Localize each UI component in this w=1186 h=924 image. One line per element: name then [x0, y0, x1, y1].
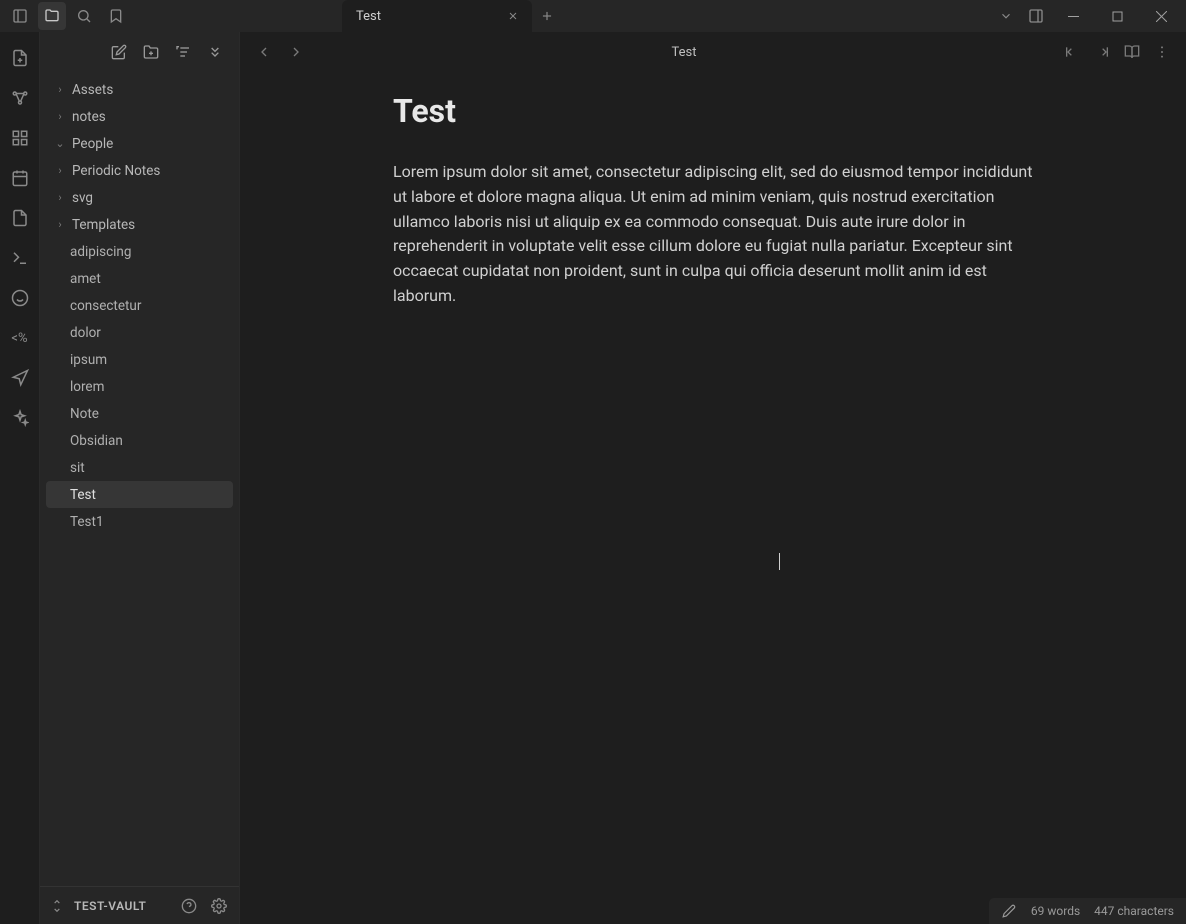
command-palette-icon[interactable]	[8, 246, 32, 270]
canvas-icon[interactable]	[8, 126, 32, 150]
templates-icon[interactable]	[8, 206, 32, 230]
file-label: amet	[70, 271, 101, 287]
document-title[interactable]: Test	[393, 92, 1033, 130]
file-label: Test	[70, 487, 96, 503]
sparkle-icon[interactable]	[8, 406, 32, 430]
collapse-icon[interactable]	[205, 42, 225, 62]
file-dolor[interactable]: dolor	[46, 319, 233, 346]
folder-label: Templates	[72, 217, 135, 233]
folder-label: Assets	[72, 82, 113, 98]
file-test1[interactable]: Test1	[46, 508, 233, 535]
statusbar: 69 words 447 characters	[989, 898, 1186, 924]
window-minimize-button[interactable]	[1052, 1, 1094, 31]
chevron-right-icon: ›	[54, 191, 66, 204]
templater-icon[interactable]: <%	[8, 326, 32, 350]
nav-forward-icon[interactable]	[284, 40, 308, 64]
chevron-right-icon: ›	[54, 164, 66, 177]
file-note[interactable]: Note	[46, 400, 233, 427]
folder-notes[interactable]: › notes	[46, 103, 233, 130]
file-tree: ›Assets›notes⌄People›Periodic Notes›svg›…	[40, 72, 239, 886]
emoji-icon[interactable]	[8, 286, 32, 310]
pin-right-icon[interactable]	[1090, 40, 1114, 64]
nav-back-icon[interactable]	[252, 40, 276, 64]
folder-label: svg	[72, 190, 93, 206]
edit-mode-icon[interactable]	[1001, 904, 1017, 918]
file-label: Obsidian	[70, 433, 123, 449]
bookmarks-icon[interactable]	[102, 2, 130, 30]
tab-test[interactable]: Test	[342, 0, 532, 32]
folder-label: notes	[72, 109, 106, 125]
editor: Test Test Lorem ipsum dolor sit amet, co…	[240, 32, 1186, 924]
file-amet[interactable]: amet	[46, 265, 233, 292]
quick-switcher-icon[interactable]	[8, 46, 32, 70]
chevron-right-icon: ›	[54, 110, 66, 123]
char-count[interactable]: 447 characters	[1094, 904, 1174, 918]
more-options-icon[interactable]	[1150, 40, 1174, 64]
new-tab-button[interactable]	[532, 0, 562, 32]
text-cursor	[779, 553, 780, 570]
vault-name[interactable]: TEST-VAULT	[74, 899, 169, 913]
folder-periodic-notes[interactable]: › Periodic Notes	[46, 157, 233, 184]
vault-switcher-icon[interactable]	[50, 899, 64, 913]
file-obsidian[interactable]: Obsidian	[46, 427, 233, 454]
file-label: dolor	[70, 325, 101, 341]
chevron-right-icon: ›	[54, 218, 66, 231]
files-icon[interactable]	[38, 2, 66, 30]
file-test[interactable]: Test	[46, 481, 233, 508]
titlebar: Test	[0, 0, 1186, 32]
file-label: Note	[70, 406, 99, 422]
file-label: consectetur	[70, 298, 141, 314]
settings-icon[interactable]	[209, 898, 229, 914]
folder-people[interactable]: ⌄ People	[46, 130, 233, 157]
folder-label: People	[72, 136, 113, 152]
chevron-down-icon: ⌄	[54, 137, 66, 150]
file-consectetur[interactable]: consectetur	[46, 292, 233, 319]
file-label: sit	[70, 460, 85, 476]
file-ipsum[interactable]: ipsum	[46, 346, 233, 373]
right-sidebar-toggle-icon[interactable]	[1022, 2, 1050, 30]
publish-icon[interactable]	[8, 366, 32, 390]
file-adipiscing[interactable]: adipiscing	[46, 238, 233, 265]
file-lorem[interactable]: lorem	[46, 373, 233, 400]
reading-mode-icon[interactable]	[1120, 40, 1144, 64]
file-label: adipiscing	[70, 244, 131, 260]
chevron-right-icon: ›	[54, 83, 66, 96]
folder-templates[interactable]: › Templates	[46, 211, 233, 238]
ribbon: <%	[0, 32, 40, 924]
window-maximize-button[interactable]	[1096, 1, 1138, 31]
pin-left-icon[interactable]	[1060, 40, 1084, 64]
folder-assets[interactable]: › Assets	[46, 76, 233, 103]
editor-breadcrumb[interactable]: Test	[316, 45, 1052, 60]
sidebar-toggle-icon[interactable]	[6, 2, 34, 30]
new-folder-icon[interactable]	[141, 42, 161, 62]
editor-content[interactable]: Test Lorem ipsum dolor sit amet, consect…	[240, 72, 1186, 924]
help-icon[interactable]	[179, 898, 199, 914]
sort-icon[interactable]	[173, 42, 193, 62]
daily-note-icon[interactable]	[8, 166, 32, 190]
folder-label: Periodic Notes	[72, 163, 160, 179]
file-sit[interactable]: sit	[46, 454, 233, 481]
sidebar: ›Assets›notes⌄People›Periodic Notes›svg›…	[40, 32, 240, 924]
close-tab-icon[interactable]	[504, 7, 522, 25]
document-body[interactable]: Lorem ipsum dolor sit amet, consectetur …	[393, 160, 1033, 309]
new-note-icon[interactable]	[109, 42, 129, 62]
tab-title: Test	[356, 9, 496, 24]
tab-dropdown-icon[interactable]	[992, 2, 1020, 30]
word-count[interactable]: 69 words	[1031, 904, 1080, 918]
file-label: Test1	[70, 514, 104, 530]
folder-svg[interactable]: › svg	[46, 184, 233, 211]
window-close-button[interactable]	[1140, 1, 1182, 31]
graph-icon[interactable]	[8, 86, 32, 110]
file-label: ipsum	[70, 352, 107, 368]
file-label: lorem	[70, 379, 104, 395]
search-icon[interactable]	[70, 2, 98, 30]
